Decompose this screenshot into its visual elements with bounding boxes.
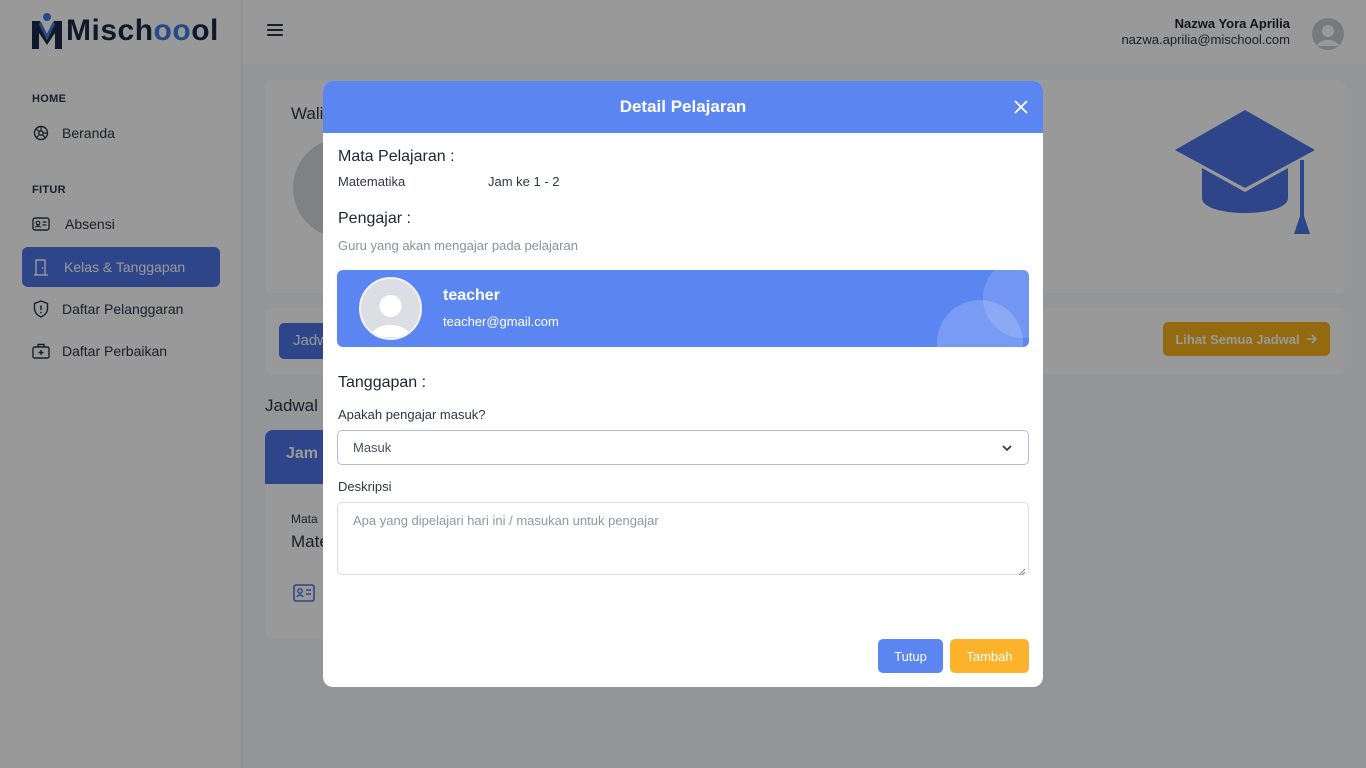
detail-pelajaran-modal: Detail Pelajaran Mata Pelajaran : Matema…	[323, 81, 1043, 687]
attendance-select[interactable]: Masuk	[337, 430, 1029, 465]
pengajar-description: Guru yang akan mengajar pada pelajaran	[338, 238, 578, 253]
jam-value: Jam ke 1 - 2	[488, 174, 560, 189]
tambah-button[interactable]: Tambah	[950, 639, 1029, 673]
attendance-select-value: Masuk	[353, 440, 392, 455]
tanggapan-label: Tanggapan :	[338, 374, 427, 391]
mapel-value: Matematika	[338, 174, 406, 189]
modal-header: Detail Pelajaran	[323, 81, 1043, 133]
deskripsi-placeholder: Apa yang dipelajari hari ini / masukan u…	[353, 513, 659, 528]
teacher-name: teacher	[443, 287, 500, 304]
resize-handle-icon[interactable]	[1018, 564, 1026, 576]
chevron-down-icon	[1000, 441, 1014, 455]
teacher-avatar	[359, 277, 422, 340]
pengajar-label: Pengajar :	[338, 210, 411, 227]
close-icon[interactable]	[1011, 97, 1031, 117]
deskripsi-label: Deskripsi	[338, 479, 392, 494]
attendance-question-label: Apakah pengajar masuk?	[338, 407, 486, 422]
deskripsi-textarea[interactable]: Apa yang dipelajari hari ini / masukan u…	[337, 502, 1029, 576]
modal-title: Detail Pelajaran	[619, 97, 747, 116]
teacher-card: teacher teacher@gmail.com	[337, 270, 1029, 347]
mapel-label: Mata Pelajaran :	[338, 148, 455, 165]
teacher-email: teacher@gmail.com	[443, 314, 559, 329]
tutup-button[interactable]: Tutup	[878, 639, 943, 673]
